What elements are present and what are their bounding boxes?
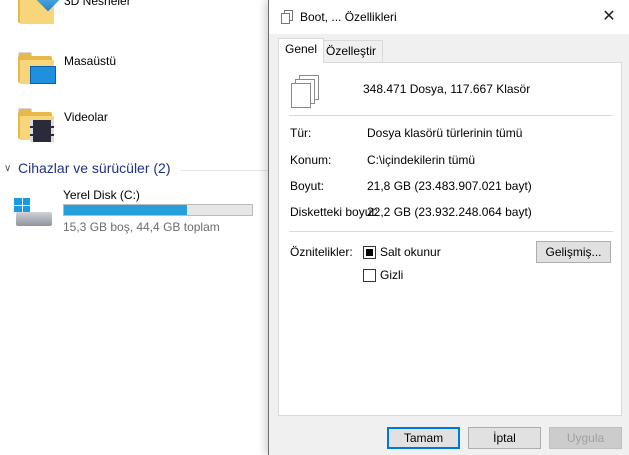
size-value: 21,8 GB (23.483.907.021 bayt) — [367, 179, 532, 193]
files-icon — [281, 10, 293, 24]
section-divider — [180, 170, 268, 171]
chevron-down-icon: ∨ — [4, 162, 12, 174]
folder-label: 3D Nesneler — [64, 0, 131, 8]
file-folder-count: 348.471 Dosya, 117.667 Klasör — [363, 82, 531, 96]
properties-dialog: Boot, ... Özellikleri ✕ Genel Özelleştir… — [268, 0, 629, 455]
advanced-button[interactable]: Gelişmiş... — [536, 241, 611, 263]
cancel-button[interactable]: İptal — [468, 427, 541, 449]
3d-objects-folder-icon — [18, 0, 60, 24]
drive-info: 15,3 GB boş, 44,4 GB toplam — [63, 220, 220, 234]
size-on-disk-value: 22,2 GB (23.932.248.064 bayt) — [367, 205, 532, 219]
location-value: C:\içindekilerin tümü — [367, 153, 476, 167]
drive-name: Yerel Disk (C:) — [63, 188, 140, 202]
folder-videos[interactable]: Videolar — [18, 108, 108, 142]
attributes-label: Öznitelikler: — [290, 245, 353, 259]
folder-3d-objects[interactable]: 3D Nesneler — [18, 0, 131, 24]
tab-general[interactable]: Genel — [278, 38, 325, 63]
readonly-label: Salt okunur — [380, 245, 441, 259]
folder-label: Masaüstü — [64, 54, 117, 68]
hidden-checkbox[interactable]: Gizli — [363, 268, 403, 282]
folder-desktop[interactable]: Masaüstü — [18, 52, 116, 84]
general-tab-panel: 348.471 Dosya, 117.667 Klasör Tür: Dosya… — [278, 62, 622, 416]
checkbox-indeterminate-icon — [363, 245, 376, 259]
size-on-disk-label: Disketteki boyut: — [290, 205, 379, 219]
divider — [289, 231, 613, 232]
tab-customize[interactable]: Özelleştir — [319, 40, 384, 62]
apply-button[interactable]: Uygula — [549, 427, 622, 449]
multiple-files-icon — [291, 75, 321, 109]
devices-section-header[interactable]: ∨ Cihazlar ve sürücüler (2) — [4, 160, 171, 176]
divider — [289, 115, 613, 116]
section-title: Cihazlar ve sürücüler (2) — [18, 160, 171, 176]
size-label: Boyut: — [290, 179, 325, 193]
desktop-folder-icon — [18, 52, 56, 84]
hidden-label: Gizli — [380, 268, 404, 282]
videos-folder-icon — [18, 108, 54, 142]
type-label: Tür: — [290, 126, 312, 140]
folder-label: Videolar — [64, 110, 108, 124]
ok-button[interactable]: Tamam — [387, 427, 460, 449]
drive-usage-fill — [64, 205, 188, 215]
checkbox-icon — [363, 268, 376, 282]
drive-icon — [14, 198, 54, 228]
close-icon[interactable]: ✕ — [595, 4, 623, 30]
dialog-title: Boot, ... Özellikleri — [300, 10, 397, 24]
dialog-titlebar[interactable]: Boot, ... Özellikleri ✕ — [269, 0, 629, 34]
explorer-pane: 3D Nesneler Masaüstü Videolar ∨ Cihazlar… — [0, 0, 268, 455]
readonly-checkbox[interactable]: Salt okunur — [363, 245, 441, 259]
drive-usage-bar — [63, 204, 253, 216]
type-value: Dosya klasörü türlerinin tümü — [367, 126, 523, 140]
location-label: Konum: — [290, 153, 332, 167]
